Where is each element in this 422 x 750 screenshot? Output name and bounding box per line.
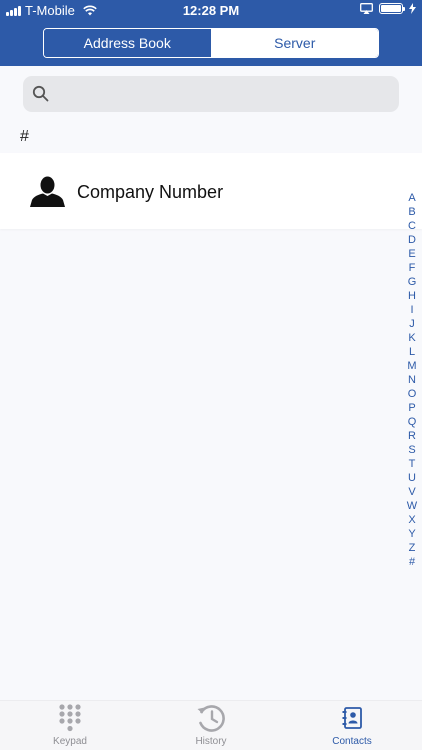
index-letter[interactable]: N	[408, 373, 416, 387]
battery-icon	[379, 3, 405, 14]
person-silhouette-icon	[30, 176, 65, 207]
status-time: 12:28 PM	[182, 3, 240, 18]
index-letter[interactable]: U	[408, 471, 416, 485]
index-letter[interactable]: S	[408, 443, 415, 457]
index-letter[interactable]: O	[408, 387, 417, 401]
tab-history[interactable]: History	[161, 701, 261, 750]
tab-keypad[interactable]: Keypad	[20, 701, 120, 750]
index-letter[interactable]: K	[408, 331, 415, 345]
index-letter[interactable]: V	[408, 485, 415, 499]
index-letter[interactable]: T	[409, 457, 416, 471]
contacts-book-icon	[342, 707, 362, 729]
search-icon	[32, 85, 49, 102]
alphabet-index[interactable]: A B C D E F G H I J K L M N O P Q R S T …	[405, 191, 419, 569]
keypad-icon	[59, 704, 81, 732]
contact-name: Company Number	[77, 182, 224, 202]
index-letter[interactable]: G	[408, 275, 417, 289]
status-right	[360, 3, 416, 14]
index-letter[interactable]: M	[407, 359, 416, 373]
index-letter[interactable]: W	[407, 499, 417, 513]
index-letter[interactable]: J	[409, 317, 415, 331]
status-bar: T-Mobile 12:28 PM	[0, 0, 422, 22]
tab-label-history: History	[195, 736, 227, 747]
index-letter[interactable]: X	[408, 513, 415, 527]
tab-contacts[interactable]: Contacts	[302, 701, 402, 750]
tab-label-keypad: Keypad	[53, 736, 87, 747]
app-header: T-Mobile 12:28 PM Address Book Server	[0, 0, 422, 66]
index-letter[interactable]: D	[408, 233, 416, 247]
tab-label-contacts: Contacts	[332, 736, 372, 747]
search-input[interactable]	[57, 76, 387, 112]
index-letter[interactable]: #	[409, 555, 415, 569]
segment-server[interactable]: Server	[211, 29, 378, 57]
index-letter[interactable]: Z	[409, 541, 416, 555]
section-header: #	[20, 128, 29, 145]
index-letter[interactable]: E	[408, 247, 415, 261]
index-letter[interactable]: F	[409, 261, 416, 275]
index-letter[interactable]: I	[410, 303, 413, 317]
source-segmented-control: Address Book Server	[43, 28, 379, 58]
segment-address-book[interactable]: Address Book	[44, 29, 212, 57]
index-letter[interactable]: L	[409, 345, 415, 359]
index-letter[interactable]: B	[408, 205, 415, 219]
index-letter[interactable]: Y	[408, 527, 415, 541]
search-bar[interactable]	[23, 76, 399, 112]
tab-bar: Keypad History Contacts	[0, 700, 422, 750]
charging-bolt-icon	[409, 3, 416, 14]
index-letter[interactable]: Q	[408, 415, 417, 429]
index-letter[interactable]: C	[408, 219, 416, 233]
contact-row[interactable]: Company Number	[0, 153, 422, 229]
airplay-icon	[360, 3, 373, 14]
index-letter[interactable]: H	[408, 289, 416, 303]
index-letter[interactable]: R	[408, 429, 416, 443]
index-letter[interactable]: A	[408, 191, 415, 205]
history-clock-icon	[197, 705, 225, 732]
index-letter[interactable]: P	[408, 401, 415, 415]
